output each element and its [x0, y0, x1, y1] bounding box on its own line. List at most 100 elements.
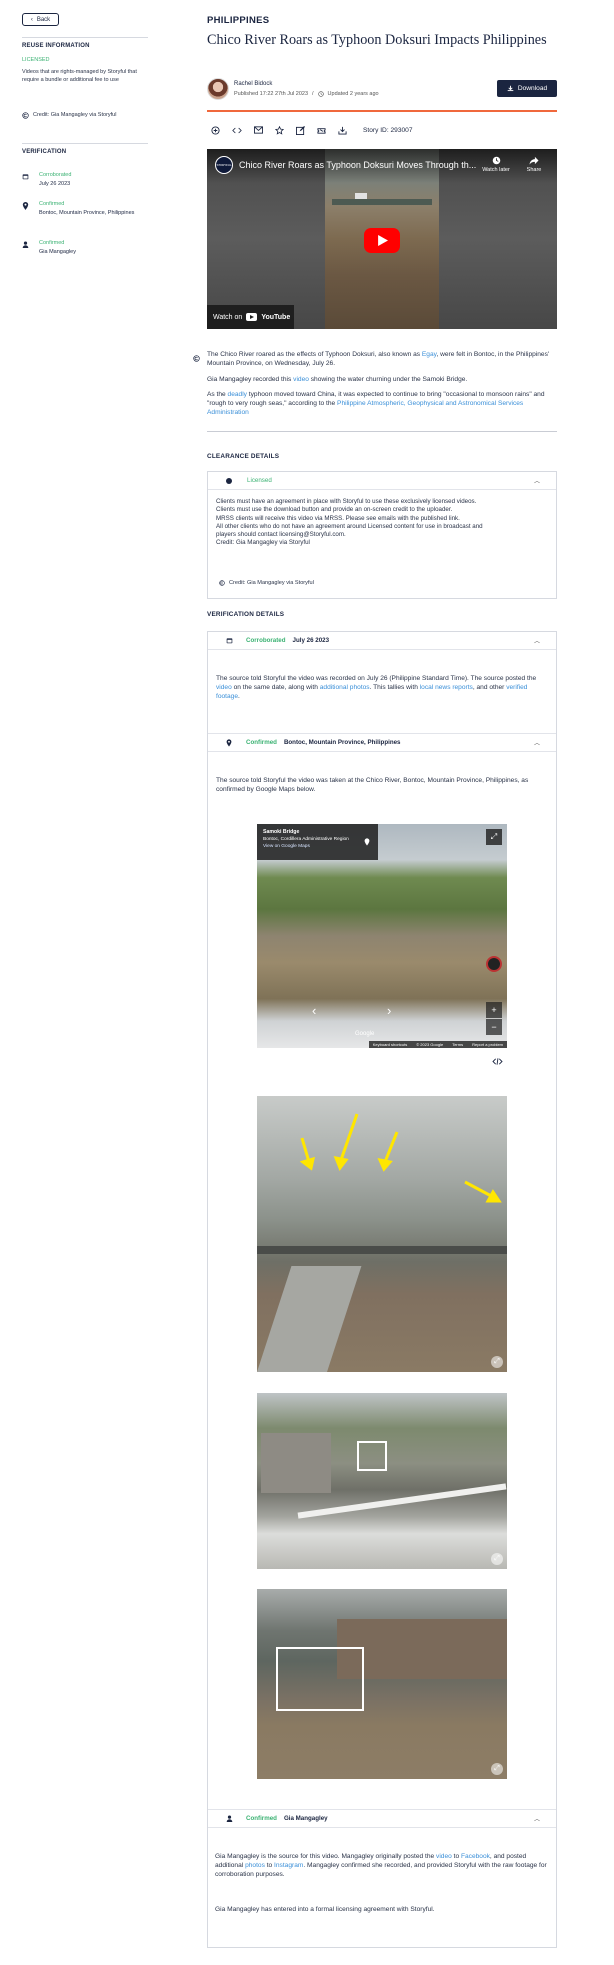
date-verification-text: The source told Storyful the video was r…	[216, 675, 537, 701]
ticket-icon[interactable]	[317, 126, 326, 135]
video-title[interactable]: Chico River Roars as Typhoon Doksuri Mov…	[239, 160, 479, 170]
highlight-box	[357, 1441, 387, 1471]
edit-icon[interactable]	[296, 125, 305, 135]
source-verification-header[interactable]: Confirmed Gia Mangagley ︿	[208, 1810, 556, 1828]
street-view-map[interactable]: Samoki Bridge Bontoc, Cordillera Adminis…	[257, 824, 507, 1048]
additional-photos-link[interactable]: additional photos	[320, 684, 370, 691]
report-problem-link[interactable]: Report a problem	[472, 1042, 503, 1047]
story-id: Story ID: 293007	[363, 126, 413, 134]
save-download-icon[interactable]	[338, 126, 347, 135]
flood-photo-annotated[interactable]: ⤢	[257, 1096, 507, 1372]
page: ‹ Back REUSE INFORMATION LICENSED Videos…	[0, 0, 614, 1965]
embed-code-icon[interactable]	[232, 126, 242, 135]
photos-link[interactable]: photos	[245, 1862, 265, 1869]
add-circle-icon[interactable]	[211, 125, 220, 135]
action-toolbar: Story ID: 293007	[211, 125, 412, 135]
licensing-agreement-text: Gia Mangagley has entered into a formal …	[215, 1906, 435, 1913]
back-button[interactable]: ‹ Back	[22, 13, 59, 26]
location-verification-text: The source told Storyful the video was t…	[216, 777, 529, 794]
view-on-google-maps-link[interactable]: View on Google Maps	[263, 843, 372, 850]
watch-later-button[interactable]: Watch later	[478, 156, 514, 173]
share-arrow-icon	[529, 156, 539, 165]
license-description: Videos that are rights-managed by Storyf…	[22, 69, 137, 83]
chevron-up-icon[interactable]: ︿	[534, 738, 540, 747]
accent-rule	[207, 110, 557, 112]
zoom-out-icon[interactable]: −	[486, 1019, 502, 1035]
egay-link[interactable]: Egay	[422, 351, 437, 358]
video-link[interactable]: video	[436, 1853, 452, 1860]
verification-heading: VERIFICATION DETAILS	[207, 611, 285, 618]
location-verification-header[interactable]: Confirmed Bontoc, Mountain Province, Phi…	[208, 734, 556, 752]
arrow-annotations	[299, 1113, 502, 1203]
navigation-arrow-icon[interactable]: ‹	[312, 1004, 362, 1017]
navigation-arrow-icon[interactable]: ›	[387, 1004, 417, 1017]
zoom-in-icon[interactable]: +	[486, 1002, 502, 1018]
embankment	[257, 1266, 362, 1372]
body-paragraph: As the deadly typhoon moved toward China…	[207, 391, 545, 417]
license-status: LICENSED	[22, 57, 50, 63]
chevron-up-icon[interactable]: ︿	[534, 636, 540, 645]
river-buildings-photo-annotated[interactable]: ⤢	[257, 1589, 507, 1779]
clearance-heading: CLEARANCE DETAILS	[207, 453, 280, 460]
video-link[interactable]: video	[216, 684, 232, 691]
vehicle	[355, 193, 367, 199]
date-verification-header[interactable]: Corroborated July 26 2023 ︿	[208, 632, 556, 650]
source-verification-text: Gia Mangagley is the source for this vid…	[215, 1853, 547, 1879]
chevron-left-icon: ‹	[30, 16, 33, 23]
calendar-icon	[22, 174, 29, 180]
download-button[interactable]: Download	[497, 80, 557, 97]
divider	[207, 431, 557, 432]
keyboard-shortcuts-link[interactable]: Keyboard shortcuts	[373, 1042, 407, 1047]
facebook-link[interactable]: Facebook	[461, 1853, 490, 1860]
person-icon	[226, 1815, 233, 1822]
author-name[interactable]: Rachel Bidock	[234, 81, 272, 87]
star-icon[interactable]	[275, 125, 284, 135]
calendar-icon	[226, 638, 233, 644]
expand-icon[interactable]: ⤢	[491, 1356, 503, 1368]
body-paragraph: The Chico River roared as the effects of…	[207, 351, 550, 368]
clock-icon	[317, 91, 324, 97]
location-pin-icon	[226, 738, 232, 747]
download-icon	[507, 85, 514, 92]
clearance-header[interactable]: Licensed ︿	[208, 472, 556, 490]
map-footer: Keyboard shortcuts © 2023 Google Terms R…	[368, 1041, 507, 1048]
compass-icon[interactable]	[486, 956, 502, 972]
video-link[interactable]: video	[293, 376, 309, 383]
chevron-up-icon[interactable]: ︿	[534, 1814, 540, 1823]
page-title: Chico River Roars as Typhoon Doksuri Imp…	[207, 32, 547, 48]
bridge	[257, 1246, 507, 1254]
copyright-icon	[22, 112, 29, 119]
category-label: PHILIPPINES	[207, 15, 270, 26]
video-player[interactable]: STORYFUL Chico River Roars as Typhoon Do…	[207, 149, 557, 329]
play-button[interactable]	[364, 228, 400, 253]
location-pin-icon	[22, 202, 29, 210]
expand-icon[interactable]: ⤢	[491, 1763, 503, 1775]
local-news-link[interactable]: local news reports	[420, 684, 473, 691]
divider	[22, 143, 148, 144]
deadly-link[interactable]: deadly	[228, 391, 247, 398]
play-icon	[378, 235, 388, 246]
terms-link[interactable]: Terms	[452, 1042, 463, 1047]
avatar[interactable]	[207, 78, 229, 100]
body-paragraph: Gia Mangagley recorded this video showin…	[207, 376, 468, 383]
fullscreen-icon[interactable]: ⤢	[486, 829, 502, 845]
channel-logo[interactable]: STORYFUL	[215, 156, 233, 174]
clearance-text: Clients must have an agreement in place …	[216, 498, 483, 547]
youtube-icon	[246, 313, 258, 321]
copyright-icon	[219, 580, 225, 586]
highlight-box	[276, 1647, 364, 1711]
chevron-up-icon[interactable]: ︿	[534, 476, 540, 485]
instagram-link[interactable]: Instagram	[274, 1862, 303, 1869]
watch-on-youtube[interactable]: Watch on YouTube	[207, 305, 294, 329]
embed-code-icon[interactable]	[492, 1057, 503, 1066]
clearance-credit: Credit: Gia Mangagley via Storyful	[219, 580, 314, 586]
location-pin-icon	[364, 838, 370, 846]
divider	[22, 37, 148, 38]
map-info-card: Samoki Bridge Bontoc, Cordillera Adminis…	[257, 824, 378, 860]
building	[261, 1433, 331, 1493]
email-icon[interactable]	[254, 126, 263, 134]
town-photo-annotated[interactable]: ⤢	[257, 1393, 507, 1569]
expand-icon[interactable]: ⤢	[491, 1553, 503, 1565]
share-button[interactable]: Share	[522, 156, 546, 173]
licensed-dot-icon	[226, 477, 232, 484]
